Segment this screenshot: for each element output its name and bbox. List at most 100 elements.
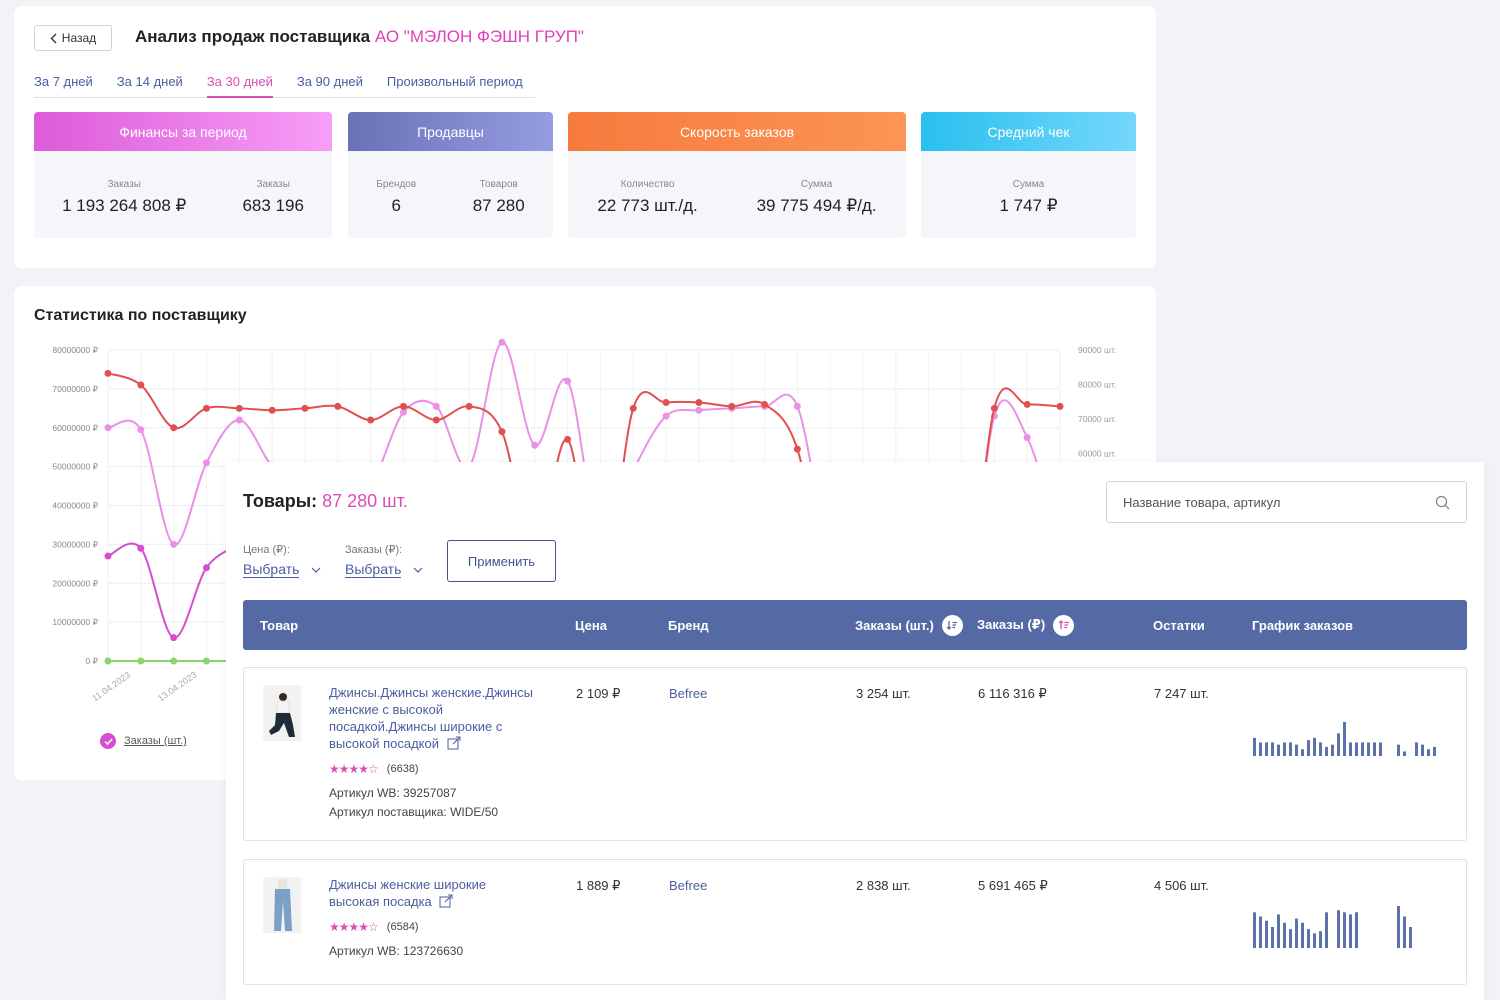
product-brand[interactable]: Befree bbox=[669, 878, 707, 893]
tab-30-days[interactable]: За 30 дней bbox=[195, 74, 285, 98]
stat-label: Сумма bbox=[1012, 179, 1045, 190]
series-pink-point[interactable] bbox=[202, 459, 210, 467]
spark-bar bbox=[1355, 912, 1358, 948]
series-green-point[interactable] bbox=[104, 657, 112, 665]
series-magenta-point[interactable] bbox=[137, 544, 145, 552]
series-pink-point[interactable] bbox=[137, 426, 145, 434]
product-image[interactable] bbox=[263, 877, 301, 933]
price-filter: Цена (₽): Выбрать bbox=[243, 543, 321, 578]
stat-value: 683 196 bbox=[242, 196, 304, 215]
series-red-point[interactable] bbox=[1056, 402, 1064, 410]
series-pink-point[interactable] bbox=[498, 338, 506, 346]
series-red-point[interactable] bbox=[498, 428, 506, 436]
series-red-point[interactable] bbox=[104, 369, 112, 377]
price-filter-select[interactable]: Выбрать bbox=[243, 561, 321, 578]
series-red-point[interactable] bbox=[334, 402, 342, 410]
spark-bar bbox=[1433, 746, 1436, 756]
series-red-point[interactable] bbox=[367, 416, 375, 424]
series-pink-point[interactable] bbox=[104, 424, 112, 432]
series-green-point[interactable] bbox=[170, 657, 178, 665]
orders-filter-label: Заказы (₽): bbox=[345, 544, 403, 556]
finance-card-title: Финансы за период bbox=[34, 112, 332, 151]
apply-button[interactable]: Применить bbox=[447, 540, 556, 582]
product-name-link[interactable]: Джинсы женские широкие высокая посадка bbox=[329, 876, 539, 910]
spark-bar bbox=[1301, 749, 1304, 756]
series-pink-point[interactable] bbox=[695, 406, 703, 414]
series-red-point[interactable] bbox=[235, 404, 243, 412]
sellers-card-title: Продавцы bbox=[348, 112, 553, 151]
stat-label: Заказы bbox=[107, 179, 141, 190]
orders-filter-select[interactable]: Выбрать bbox=[345, 561, 423, 578]
series-magenta-point[interactable] bbox=[170, 634, 178, 642]
sellers-card: Продавцы Брендов 6 Товаров 87 280 bbox=[348, 112, 553, 238]
series-red-point[interactable] bbox=[990, 404, 998, 412]
spark-bar bbox=[1289, 929, 1292, 948]
series-red-point[interactable] bbox=[793, 445, 801, 453]
table-row[interactable]: Джинсы женские широкие высокая посадка ★… bbox=[243, 859, 1467, 985]
stat-label: Количество bbox=[620, 179, 675, 190]
series-pink-point[interactable] bbox=[793, 402, 801, 410]
tab-90-days[interactable]: За 90 дней bbox=[285, 74, 375, 97]
external-link-icon[interactable] bbox=[447, 736, 461, 750]
product-orders-sum: 5 691 465 ₽ bbox=[978, 878, 1048, 893]
products-title: Товары: 87 280 шт. bbox=[243, 491, 408, 512]
product-search bbox=[1106, 481, 1467, 523]
search-icon[interactable] bbox=[1435, 495, 1450, 510]
col-orders-sum[interactable]: Заказы (₽) bbox=[977, 600, 1075, 650]
series-red-point[interactable] bbox=[399, 402, 407, 410]
series-green bbox=[104, 657, 243, 665]
series-magenta-point[interactable] bbox=[104, 552, 112, 560]
series-pink-point[interactable] bbox=[432, 402, 440, 410]
spark-bar bbox=[1349, 742, 1352, 756]
series-red-point[interactable] bbox=[301, 404, 309, 412]
series-green-point[interactable] bbox=[202, 657, 210, 665]
table-row[interactable]: Джинсы.Джинсы женские.Джинсы женские с в… bbox=[243, 667, 1467, 841]
product-name-link[interactable]: Джинсы.Джинсы женские.Джинсы женские с в… bbox=[329, 684, 539, 752]
spark-bar bbox=[1271, 927, 1274, 948]
series-red-point[interactable] bbox=[728, 402, 736, 410]
product-rating: ★★★★☆ (6584) bbox=[329, 920, 419, 934]
series-pink-point[interactable] bbox=[531, 441, 539, 449]
product-brand[interactable]: Befree bbox=[669, 686, 707, 701]
tab-7-days[interactable]: За 7 дней bbox=[34, 74, 105, 97]
series-green-point[interactable] bbox=[137, 657, 145, 665]
series-red-point[interactable] bbox=[662, 398, 670, 406]
chart-legend[interactable]: Заказы (шт.) bbox=[100, 733, 187, 749]
series-red-point[interactable] bbox=[695, 398, 703, 406]
spark-bar bbox=[1403, 916, 1406, 948]
series-red-point[interactable] bbox=[564, 435, 572, 443]
series-pink-point[interactable] bbox=[235, 416, 243, 424]
series-magenta-point[interactable] bbox=[202, 564, 210, 572]
tab-14-days[interactable]: За 14 дней bbox=[105, 74, 195, 97]
product-image[interactable] bbox=[263, 685, 301, 741]
y-right-tick: 90000 шт. bbox=[1078, 345, 1116, 355]
series-red-point[interactable] bbox=[1023, 400, 1031, 408]
series-pink-point[interactable] bbox=[662, 412, 670, 420]
series-pink-point[interactable] bbox=[564, 377, 572, 385]
orders-filter: Заказы (₽): Выбрать bbox=[345, 543, 423, 578]
stat-value: 6 bbox=[391, 196, 401, 215]
col-stock: Остатки bbox=[1153, 617, 1205, 633]
supplier-summary-panel: Назад Анализ продаж поставщика АО "МЭЛОН… bbox=[14, 6, 1156, 268]
back-button[interactable]: Назад bbox=[34, 25, 112, 51]
product-orders-qty: 2 838 шт. bbox=[856, 878, 911, 893]
series-red-point[interactable] bbox=[137, 381, 145, 389]
col-orders-qty[interactable]: Заказы (шт.) bbox=[855, 600, 963, 650]
tab-custom-period[interactable]: Произвольный период bbox=[375, 74, 535, 97]
series-red-point[interactable] bbox=[432, 416, 440, 424]
series-pink-point[interactable] bbox=[170, 540, 178, 548]
series-red-point[interactable] bbox=[629, 404, 637, 412]
period-tabs: За 7 дней За 14 дней За 30 дней За 90 дн… bbox=[34, 74, 535, 98]
y-right-tick: 70000 шт. bbox=[1078, 414, 1116, 424]
series-pink-point[interactable] bbox=[1023, 433, 1031, 441]
series-red-point[interactable] bbox=[761, 400, 769, 408]
sort-icon[interactable] bbox=[1053, 614, 1075, 636]
search-input[interactable] bbox=[1123, 494, 1435, 510]
series-red-point[interactable] bbox=[202, 404, 210, 412]
series-red-point[interactable] bbox=[268, 406, 276, 414]
y-right-tick: 80000 шт. bbox=[1078, 380, 1116, 390]
external-link-icon[interactable] bbox=[439, 894, 453, 908]
series-red-point[interactable] bbox=[465, 402, 473, 410]
series-red-point[interactable] bbox=[170, 424, 178, 432]
sort-desc-icon[interactable] bbox=[941, 614, 963, 636]
